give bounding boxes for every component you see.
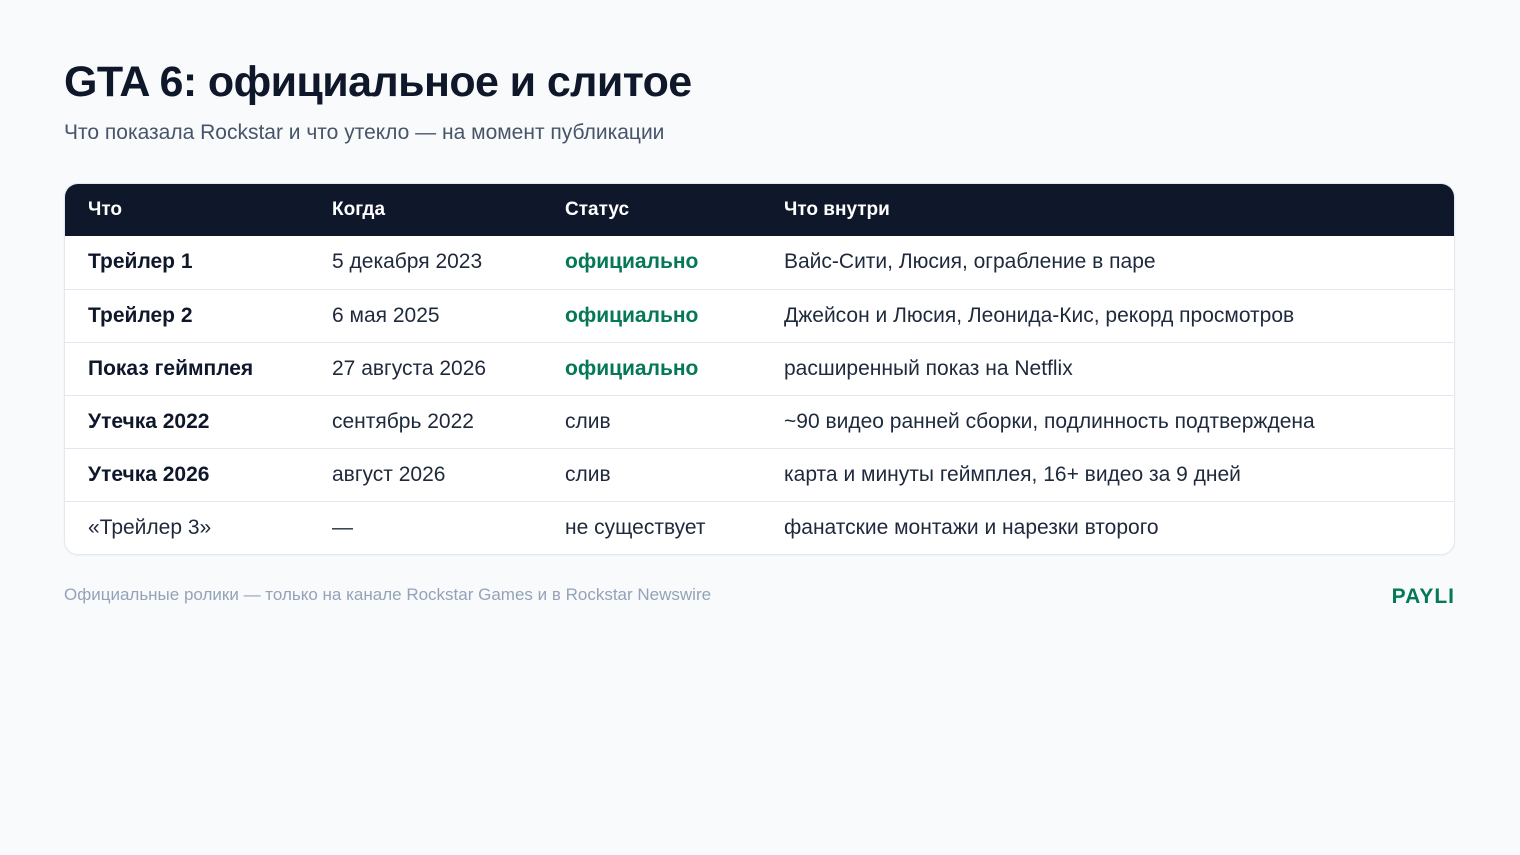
cell-inside: Джейсон и Люсия, Леонида-Кис, рекорд про… (784, 303, 1295, 327)
cell-when: 5 декабря 2023 (332, 250, 483, 274)
table-row: Трейлер 1 5 декабря 2023 официально Вайс… (65, 236, 1454, 289)
status-badge: не существует (565, 515, 706, 539)
cell-inside: ~90 видео ранней сборки, подлинность под… (784, 409, 1315, 433)
cell-when: август 2026 (332, 462, 446, 486)
table-header: Что Когда Статус Что внутри (65, 184, 1454, 236)
comparison-table: Что Когда Статус Что внутри Трейлер 1 5 … (65, 184, 1454, 554)
cell-inside: Вайс-Сити, Люсия, ограбление в паре (784, 250, 1156, 274)
column-header-inside: Что внутри (784, 199, 890, 220)
table-row: Утечка 2026 август 2026 слив карта и мин… (65, 448, 1454, 501)
cell-what: «Трейлер 3» (88, 515, 212, 539)
cell-what: Трейлер 2 (88, 303, 193, 327)
table-body: Трейлер 1 5 декабря 2023 официально Вайс… (65, 236, 1454, 554)
status-badge: официально (565, 356, 699, 380)
status-badge: слив (565, 409, 611, 433)
column-header-status: Статус (565, 199, 630, 220)
cell-what: Трейлер 1 (88, 250, 193, 274)
cell-what: Утечка 2022 (88, 409, 210, 433)
page: GTA 6: официальное и слитое Что показала… (0, 0, 1520, 855)
cell-when: 27 августа 2026 (332, 356, 487, 380)
cell-inside: карта и минуты геймплея, 16+ видео за 9 … (784, 462, 1241, 486)
table-row: «Трейлер 3» — не существует фанатские мо… (65, 501, 1454, 554)
table-row: Показ геймплея 27 августа 2026 официальн… (65, 342, 1454, 395)
cell-what: Утечка 2026 (88, 462, 210, 486)
status-badge: слив (565, 462, 611, 486)
table-row: Утечка 2022 сентябрь 2022 слив ~90 видео… (65, 395, 1454, 448)
cell-what: Показ геймплея (88, 356, 254, 380)
cell-when: 6 мая 2025 (332, 303, 440, 327)
table-header-row: Что Когда Статус Что внутри (65, 184, 1454, 236)
column-header-what: Что (88, 199, 123, 220)
cell-when: сентябрь 2022 (332, 409, 474, 433)
cell-when: — (332, 515, 353, 539)
column-header-when: Когда (332, 199, 386, 220)
footer-note: Официальные ролики — только на канале Ro… (64, 585, 712, 604)
comparison-table-card: Что Когда Статус Что внутри Трейлер 1 5 … (64, 183, 1455, 555)
cell-inside: расширенный показ на Netflix (784, 356, 1073, 380)
status-badge: официально (565, 250, 699, 274)
status-badge: официально (565, 303, 699, 327)
page-subtitle: Что показала Rockstar и что утекло — на … (64, 121, 665, 144)
brand-logo: PAYLI (1391, 585, 1455, 608)
table-row: Трейлер 2 6 мая 2025 официально Джейсон … (65, 289, 1454, 342)
page-title: GTA 6: официальное и слитое (64, 58, 692, 106)
cell-inside: фанатские монтажи и нарезки второго (784, 515, 1159, 539)
